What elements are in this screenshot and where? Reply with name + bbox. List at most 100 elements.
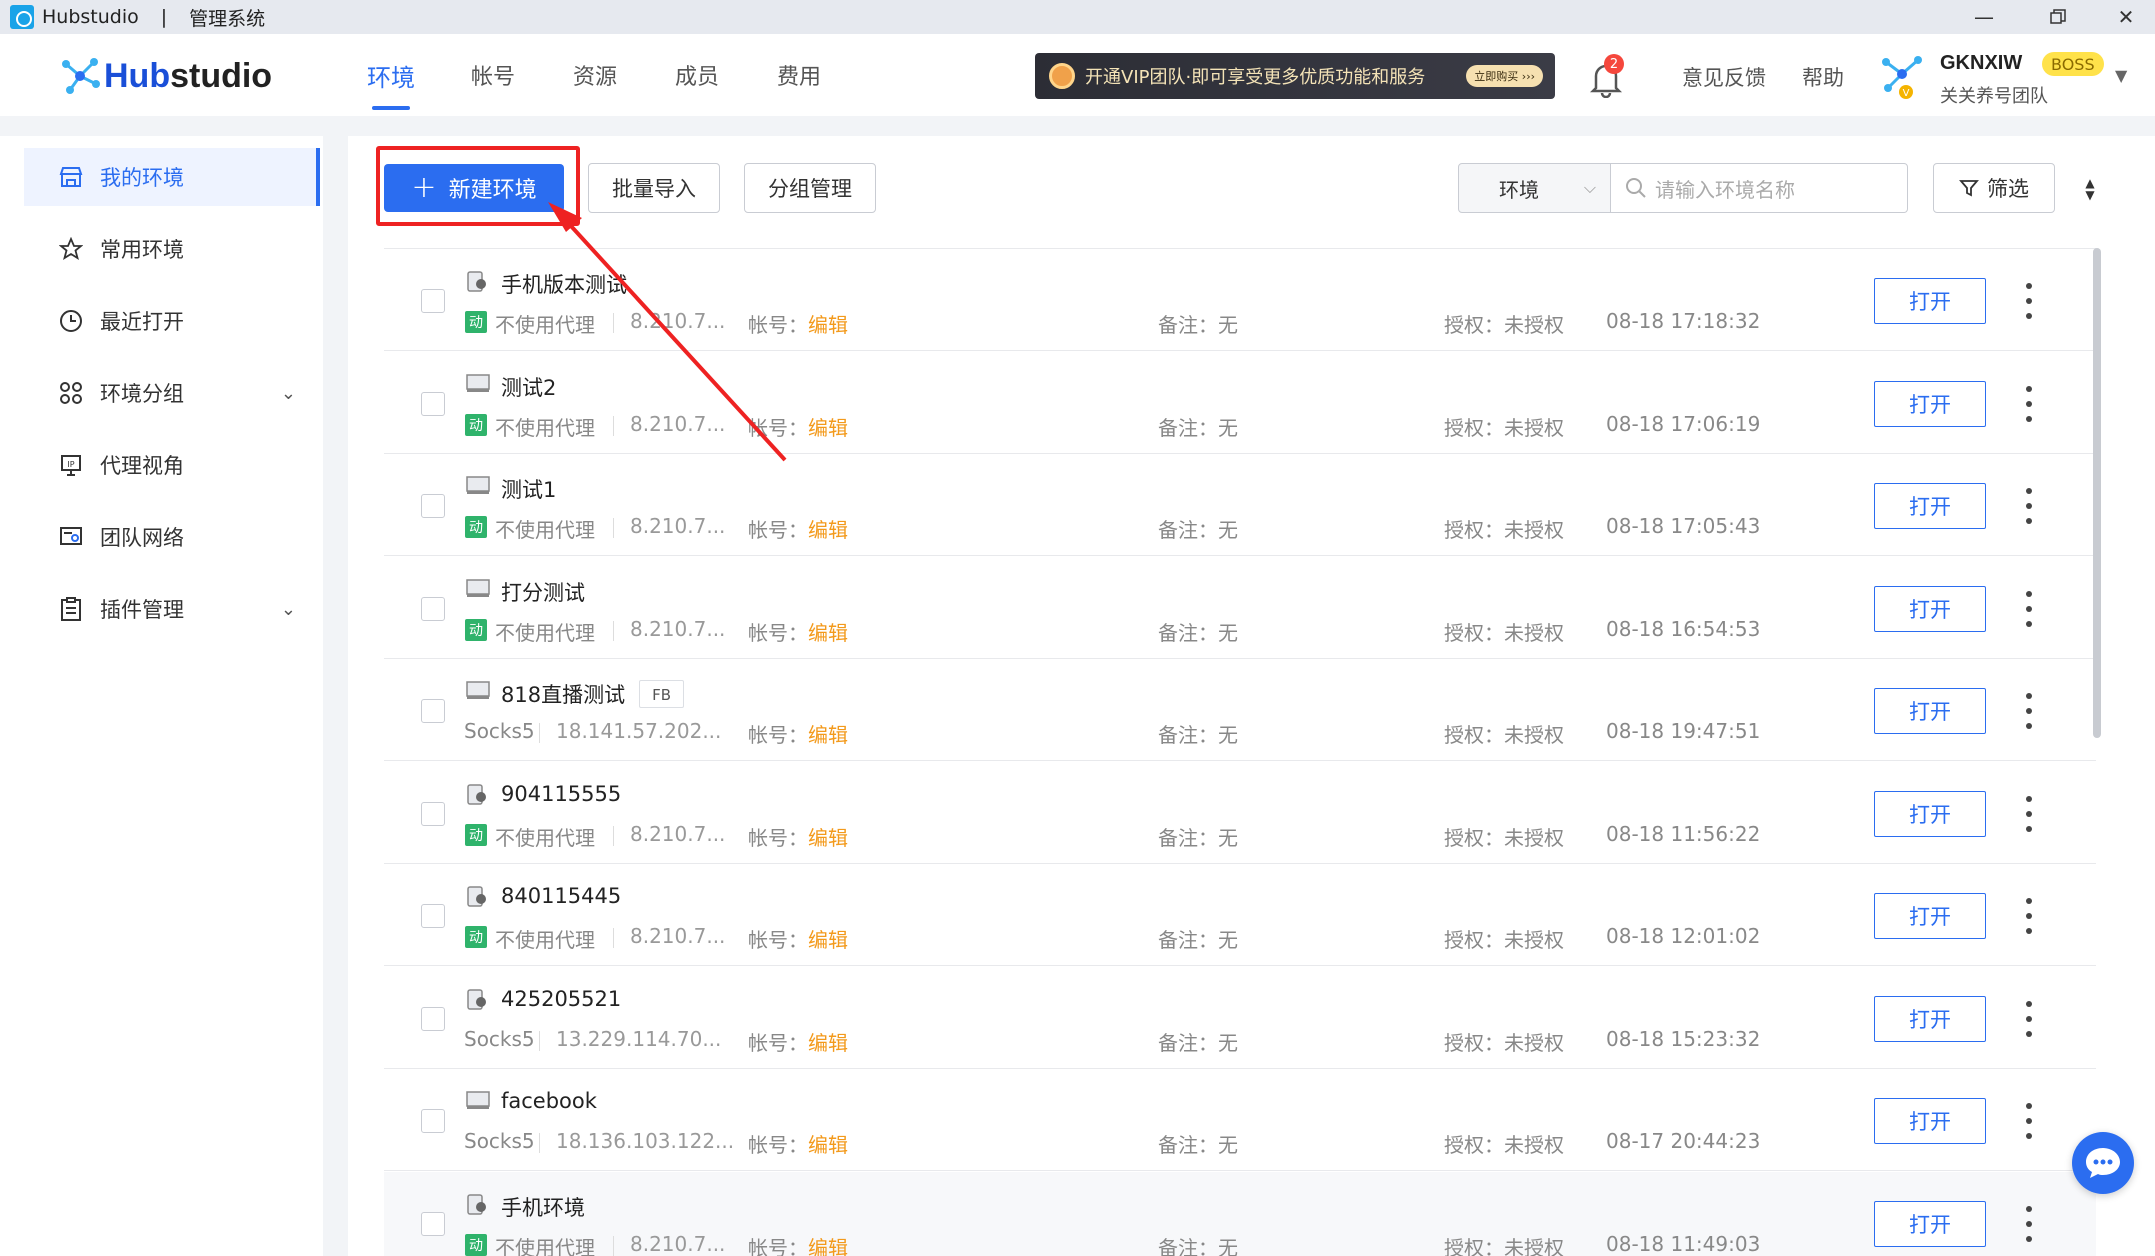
note-field: 备注：无 xyxy=(1158,313,1238,337)
open-env-button[interactable]: 打开 xyxy=(1874,1200,1986,1247)
open-env-button[interactable]: 打开 xyxy=(1874,688,1986,734)
open-env-button[interactable]: 打开 xyxy=(1874,380,1986,427)
more-vertical-icon[interactable] xyxy=(2024,1000,2034,1037)
auth-status: 授权：未授权 xyxy=(1444,620,1564,645)
env-row[interactable]: 904115555 动不使用代理 8.210.7... 帐号：编辑 备注：无 授权：未授权… xyxy=(384,761,2096,864)
env-type-select[interactable]: 环境 ⌵ xyxy=(1458,163,1611,213)
minimize-icon[interactable]: — xyxy=(1956,0,2012,34)
sidebar-item-recent[interactable]: 最近打开 xyxy=(24,292,320,350)
chat-support-button[interactable] xyxy=(2072,1132,2134,1194)
row-checkbox[interactable] xyxy=(421,1109,445,1133)
sidebar-item-favorite-env[interactable]: 常用环境 xyxy=(24,220,320,278)
nav-accounts[interactable]: 帐号 xyxy=(442,34,544,116)
clock-icon xyxy=(58,308,84,334)
svg-text:V: V xyxy=(1903,88,1910,99)
sidebar-item-label: 环境分组 xyxy=(100,382,184,406)
open-env-button[interactable]: 打开 xyxy=(1874,278,1986,324)
filter-label: 筛选 xyxy=(1987,177,2029,201)
env-row[interactable]: 425205521 Socks5 13.229.114.70... 帐号：编辑 备注：无… xyxy=(384,966,2096,1069)
more-vertical-icon[interactable] xyxy=(2024,283,2034,319)
user-avatar[interactable]: V xyxy=(1878,52,1926,100)
vip-banner[interactable]: 开通VIP团队·即可享受更多优质功能和服务 立即购买 ››› xyxy=(1035,53,1555,99)
sidebar-item-env-group[interactable]: 环境分组 ⌄ xyxy=(24,364,320,422)
open-env-button[interactable]: 打开 xyxy=(1874,585,1986,632)
vip-buy-button[interactable]: 立即购买 ››› xyxy=(1466,65,1543,87)
sidebar-item-proxy-view[interactable]: IP 代理视角 xyxy=(24,436,320,494)
more-vertical-icon[interactable] xyxy=(2024,693,2034,729)
open-env-button[interactable]: 打开 xyxy=(1874,1098,1986,1144)
env-row[interactable]: 测试1 动不使用代理 8.210.7... 帐号：编辑 备注：无 授权：未授权 08-18 … xyxy=(384,454,2096,556)
proxy-ip: 8.210.7... xyxy=(630,821,726,846)
sidebar-item-team-network[interactable]: 团队网络 xyxy=(24,508,320,566)
account-edit-link[interactable]: 编辑 xyxy=(808,1236,848,1256)
open-env-button[interactable]: 打开 xyxy=(1874,790,1986,837)
list-scrollbar[interactable] xyxy=(2093,248,2101,738)
sidebar-item-my-env[interactable]: 我的环境 xyxy=(24,148,320,206)
open-env-button[interactable]: 打开 xyxy=(1874,995,1986,1042)
row-checkbox[interactable] xyxy=(421,1006,445,1031)
env-row[interactable]: facebook Socks5 18.136.103.122... 帐号：编辑 备注：无… xyxy=(384,1069,2096,1171)
feedback-link[interactable]: 意见反馈 xyxy=(1682,62,1766,92)
help-link[interactable]: 帮助 xyxy=(1802,62,1844,92)
last-opened-time: 08-18 15:23:32 xyxy=(1606,1026,1761,1051)
env-row[interactable]: 测试2 动不使用代理 8.210.7... 帐号：编辑 备注：无 授权：未授权 08-18 … xyxy=(384,351,2096,454)
open-env-button[interactable]: 打开 xyxy=(1874,483,1986,529)
sidebar: 我的环境 常用环境 最近打开 环境分组 ⌄ IP 代理视角 团队网络 插件管理 … xyxy=(0,136,323,1256)
proxy-type: 不使用代理 xyxy=(495,825,595,850)
row-checkbox[interactable] xyxy=(421,801,445,826)
account-edit-link[interactable]: 编辑 xyxy=(808,928,848,952)
desktop-device-icon xyxy=(466,681,490,701)
env-name: 打分测试 xyxy=(501,580,585,605)
row-checkbox[interactable] xyxy=(421,1211,445,1236)
nav-members[interactable]: 成员 xyxy=(646,34,748,116)
nav-resources[interactable]: 资源 xyxy=(544,34,646,116)
notification-bell[interactable]: 2 xyxy=(1588,54,1624,99)
row-checkbox[interactable] xyxy=(421,596,445,621)
more-vertical-icon[interactable] xyxy=(2024,898,2034,934)
nav-env[interactable]: 环境 xyxy=(340,34,442,116)
row-checkbox[interactable] xyxy=(421,494,445,518)
note-field: 备注：无 xyxy=(1158,1235,1238,1256)
account-edit-link[interactable]: 编辑 xyxy=(808,1031,848,1055)
close-icon[interactable]: ✕ xyxy=(2098,0,2154,34)
logo-hub-text: Hub xyxy=(104,56,171,95)
more-vertical-icon[interactable] xyxy=(2024,590,2034,627)
env-row[interactable]: 手机版本测试动不使用代理 8.210.7... 帐号：编辑 备注：无 授权：未授权 08-… xyxy=(384,249,2096,351)
env-search-field[interactable]: 请输入环境名称 xyxy=(1610,163,1908,213)
account-edit-link[interactable]: 编辑 xyxy=(808,416,848,440)
row-checkbox[interactable] xyxy=(421,391,445,416)
user-menu-caret-icon[interactable]: ▼ xyxy=(2115,66,2127,85)
account-edit-link[interactable]: 编辑 xyxy=(808,313,848,337)
env-row[interactable]: 打分测试动不使用代理 8.210.7... 帐号：编辑 备注：无 授权：未授权 08-18… xyxy=(384,556,2096,659)
row-checkbox[interactable] xyxy=(421,289,445,313)
row-checkbox[interactable] xyxy=(421,699,445,723)
account-edit-link[interactable]: 编辑 xyxy=(808,826,848,850)
more-vertical-icon[interactable] xyxy=(2024,795,2034,832)
sidebar-item-plugins[interactable]: 插件管理 ⌄ xyxy=(24,580,320,638)
more-vertical-icon[interactable] xyxy=(2024,385,2034,422)
mobile-device-icon xyxy=(466,271,488,292)
open-env-button[interactable]: 打开 xyxy=(1874,893,1986,939)
more-vertical-icon[interactable] xyxy=(2024,1103,2034,1139)
account-edit-link[interactable]: 编辑 xyxy=(808,621,848,645)
more-vertical-icon[interactable] xyxy=(2024,488,2034,524)
account-edit-link[interactable]: 编辑 xyxy=(808,518,848,542)
account-edit-link[interactable]: 编辑 xyxy=(808,1133,848,1157)
env-row[interactable]: 818直播测试 FB Socks5 18.141.57.202... 帐号：编辑 备注：无… xyxy=(384,659,2096,761)
group-manage-button[interactable]: 分组管理 xyxy=(744,163,876,213)
row-checkbox[interactable] xyxy=(421,904,445,928)
more-vertical-icon[interactable] xyxy=(2024,1205,2034,1242)
group-icon xyxy=(58,380,84,406)
sort-toggle-icon[interactable]: ▲ ▼ xyxy=(2080,172,2100,206)
filter-button[interactable]: 筛选 xyxy=(1933,163,2055,213)
account-field: 帐号：编辑 xyxy=(748,1232,848,1256)
nav-billing[interactable]: 费用 xyxy=(748,34,850,116)
restore-icon[interactable] xyxy=(2030,0,2086,34)
desktop-device-icon xyxy=(466,1091,490,1111)
account-edit-link[interactable]: 编辑 xyxy=(808,723,848,747)
account-field: 帐号：编辑 xyxy=(748,723,848,747)
env-row[interactable]: 手机环境动不使用代理 8.210.7... 帐号：编辑 备注：无 授权：未授权 08-18… xyxy=(384,1171,2096,1256)
env-row[interactable]: 840115445 动不使用代理 8.210.7... 帐号：编辑 备注：无 授权：未授权… xyxy=(384,864,2096,966)
last-opened-time: 08-18 16:54:53 xyxy=(1606,616,1761,641)
batch-import-button[interactable]: 批量导入 xyxy=(588,163,720,213)
